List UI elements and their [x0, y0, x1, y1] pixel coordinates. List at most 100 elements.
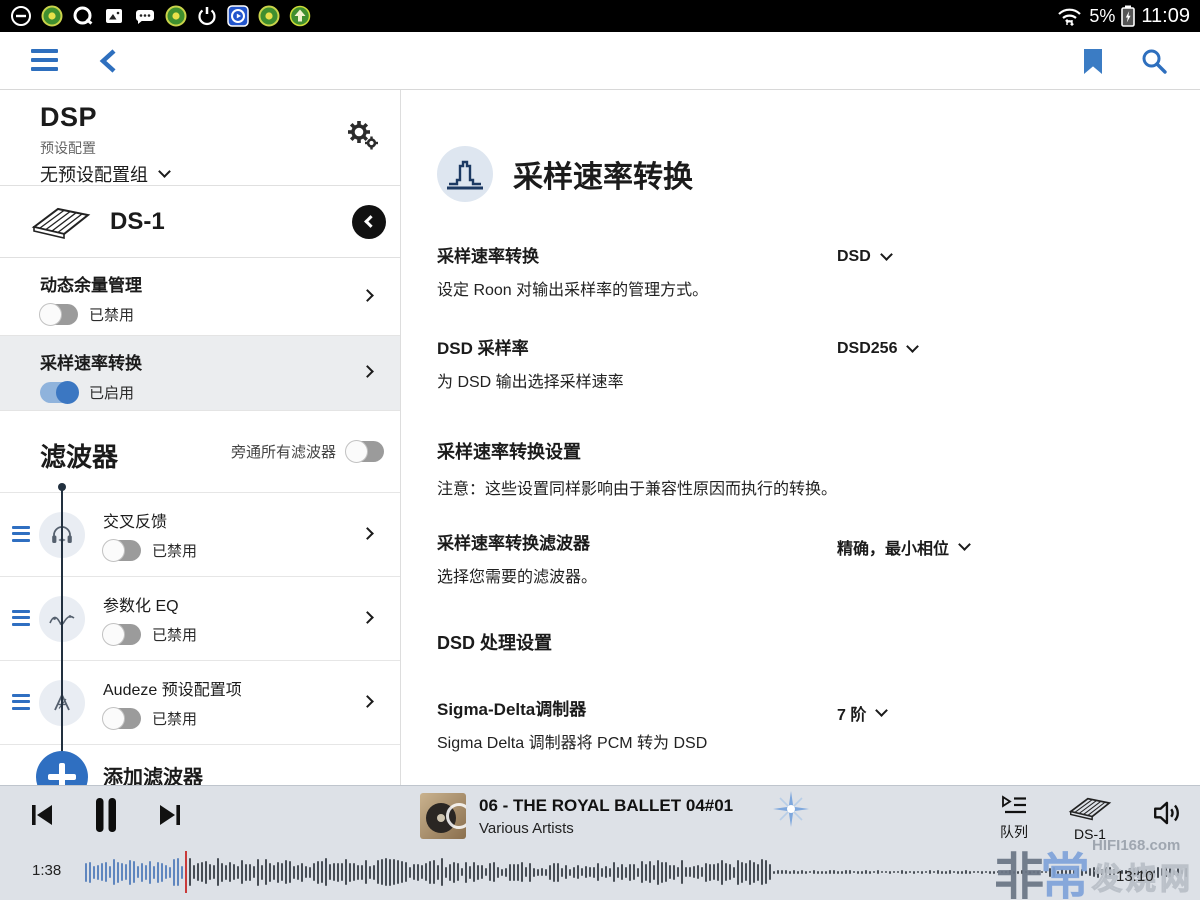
queue-button[interactable]: 队列: [1000, 793, 1028, 842]
src-filter-dropdown[interactable]: 精确，最小相位: [837, 535, 969, 559]
queue-icon: [1000, 793, 1028, 819]
setting-label: 采样速率转换: [40, 349, 400, 374]
panel-header: 采样速率转换: [437, 146, 1160, 202]
player-right-controls: 队列 DS-1: [1000, 793, 1184, 842]
setting-desc: 设定 Roon 对输出采样率的管理方式。: [437, 276, 1157, 300]
app-icon-3: [258, 5, 280, 27]
elapsed-time: 1:38: [32, 862, 61, 879]
upload-icon: [289, 5, 311, 27]
chevron-down-icon: [880, 248, 893, 261]
sample-rate-toggle[interactable]: [40, 382, 78, 403]
device-icon: [28, 201, 94, 243]
drag-handle-icon[interactable]: [12, 610, 30, 626]
filter-state: 已禁用: [152, 624, 197, 645]
track-artist: Various Artists: [479, 820, 733, 837]
setting-desc: Sigma Delta 调制器将 PCM 转为 DSD: [437, 729, 1157, 753]
wifi-icon: [1056, 5, 1083, 27]
setting-label: 动态余量管理: [40, 271, 400, 296]
volume-icon: [1152, 799, 1184, 827]
do-not-disturb-icon: [10, 5, 32, 27]
chevron-down-icon: [158, 165, 171, 178]
sidebar-item-sample-rate-conversion[interactable]: 采样速率转换 已启用: [0, 336, 400, 411]
setting-desc: 选择您需要的滤波器。: [437, 563, 1157, 587]
back-icon[interactable]: [96, 47, 122, 75]
filter-item-crossfeed[interactable]: 交叉反馈 已禁用: [0, 492, 400, 576]
waveform-seekbar[interactable]: [85, 849, 1195, 895]
status-left-icons: [10, 5, 311, 27]
chevron-down-icon: [875, 704, 888, 717]
status-time: 11:09: [1141, 5, 1190, 28]
status-right: 5% 11:09: [1056, 5, 1190, 28]
filter-label: Audeze 预设配置项: [103, 676, 400, 700]
add-filter-label: 添加滤波器: [103, 761, 203, 785]
app-toolbar: [0, 32, 1200, 90]
previous-track-icon[interactable]: [30, 803, 54, 827]
messages-icon: [134, 5, 156, 27]
sidebar-item-headroom[interactable]: 动态余量管理 已禁用: [0, 258, 400, 336]
gallery-icon: [103, 5, 125, 27]
filter-item-audeze[interactable]: Audeze 预设配置项 已禁用: [0, 660, 400, 744]
audeze-toggle[interactable]: [103, 708, 141, 729]
browser-icon: [72, 5, 94, 27]
setting-row-conversion: 采样速率转换 设定 Roon 对输出采样率的管理方式。 DSD: [437, 242, 1157, 300]
filter-state: 已禁用: [152, 540, 197, 561]
playhead[interactable]: [185, 851, 187, 893]
add-filter-row: 添加滤波器: [0, 744, 400, 785]
bypass-all-label: 旁通所有滤波器: [231, 441, 336, 462]
setting-desc: 为 DSD 输出选择采样速率: [437, 368, 1157, 392]
player-bar: 06 - THE ROYAL BALLET 04#01 Various Arti…: [0, 785, 1200, 900]
body-area: DSP 预设配置 无预设配置组 DS-1 动态余量管理 已禁: [0, 90, 1200, 785]
filters-header: 滤波器 旁通所有滤波器: [0, 411, 400, 492]
zone-device-label: DS-1: [1074, 826, 1106, 842]
pause-icon[interactable]: [94, 797, 118, 833]
zone-device-icon: [1062, 793, 1118, 823]
filter-label: 交叉反馈: [103, 508, 400, 532]
setting-row-sigma-delta: Sigma-Delta调制器 Sigma Delta 调制器将 PCM 转为 D…: [437, 695, 1157, 753]
signal-path-icon[interactable]: [772, 790, 810, 828]
filter-state: 已禁用: [152, 708, 197, 729]
preset-dropdown[interactable]: 无预设配置组: [40, 161, 400, 187]
page-title: 采样速率转换: [513, 152, 693, 196]
dsp-header: DSP 预设配置 无预设配置组: [0, 90, 400, 186]
battery-icon: [1121, 5, 1135, 27]
dsp-settings-gear-icon[interactable]: [346, 120, 378, 150]
device-row[interactable]: DS-1: [0, 186, 400, 258]
setting-title: Sigma-Delta调制器: [437, 695, 1157, 720]
album-art[interactable]: [420, 793, 466, 839]
chevron-down-icon: [958, 538, 971, 551]
sigma-delta-dropdown[interactable]: 7 阶: [837, 701, 886, 725]
section-title: 采样速率转换设置: [437, 438, 1160, 464]
total-time: 13:10: [1116, 868, 1154, 885]
hamburger-menu-icon[interactable]: [31, 49, 58, 71]
seek-area: 1:38 13:10: [0, 844, 1200, 900]
crossfeed-toggle[interactable]: [103, 540, 141, 561]
transport-controls: [30, 786, 182, 844]
app-icon-2: [165, 5, 187, 27]
drag-handle-icon[interactable]: [12, 694, 30, 710]
setting-row-src-filter: 采样速率转换滤波器 选择您需要的滤波器。 精确，最小相位: [437, 529, 1157, 587]
track-title: 06 - THE ROYAL BALLET 04#01: [479, 796, 733, 816]
video-player-icon: [227, 5, 249, 27]
add-filter-button[interactable]: [36, 751, 88, 785]
collapse-device-icon[interactable]: [352, 205, 386, 239]
dsp-sidebar: DSP 预设配置 无预设配置组 DS-1 动态余量管理 已禁: [0, 90, 401, 785]
dsd-rate-dropdown[interactable]: DSD256: [837, 340, 917, 358]
sample-rate-panel: 采样速率转换 采样速率转换 设定 Roon 对输出采样率的管理方式。 DSD D…: [401, 90, 1200, 785]
queue-label: 队列: [1000, 822, 1028, 842]
setting-state: 已启用: [89, 382, 134, 403]
filter-item-parametric-eq[interactable]: 参数化 EQ 已禁用: [0, 576, 400, 660]
headroom-toggle[interactable]: [40, 304, 78, 325]
volume-button[interactable]: [1152, 793, 1184, 827]
chevron-down-icon: [907, 340, 920, 353]
dropdown-value: DSD256: [837, 340, 897, 358]
power-status-icon: [196, 5, 218, 27]
search-icon[interactable]: [1141, 48, 1168, 75]
drag-handle-icon[interactable]: [12, 526, 30, 542]
next-track-icon[interactable]: [158, 803, 182, 827]
sample-rate-icon: [437, 146, 493, 202]
bypass-all-toggle[interactable]: [346, 441, 384, 462]
bookmark-icon[interactable]: [1082, 48, 1104, 75]
parametric-eq-toggle[interactable]: [103, 624, 141, 645]
conversion-dropdown[interactable]: DSD: [837, 248, 891, 266]
zone-device-button[interactable]: DS-1: [1062, 793, 1118, 842]
